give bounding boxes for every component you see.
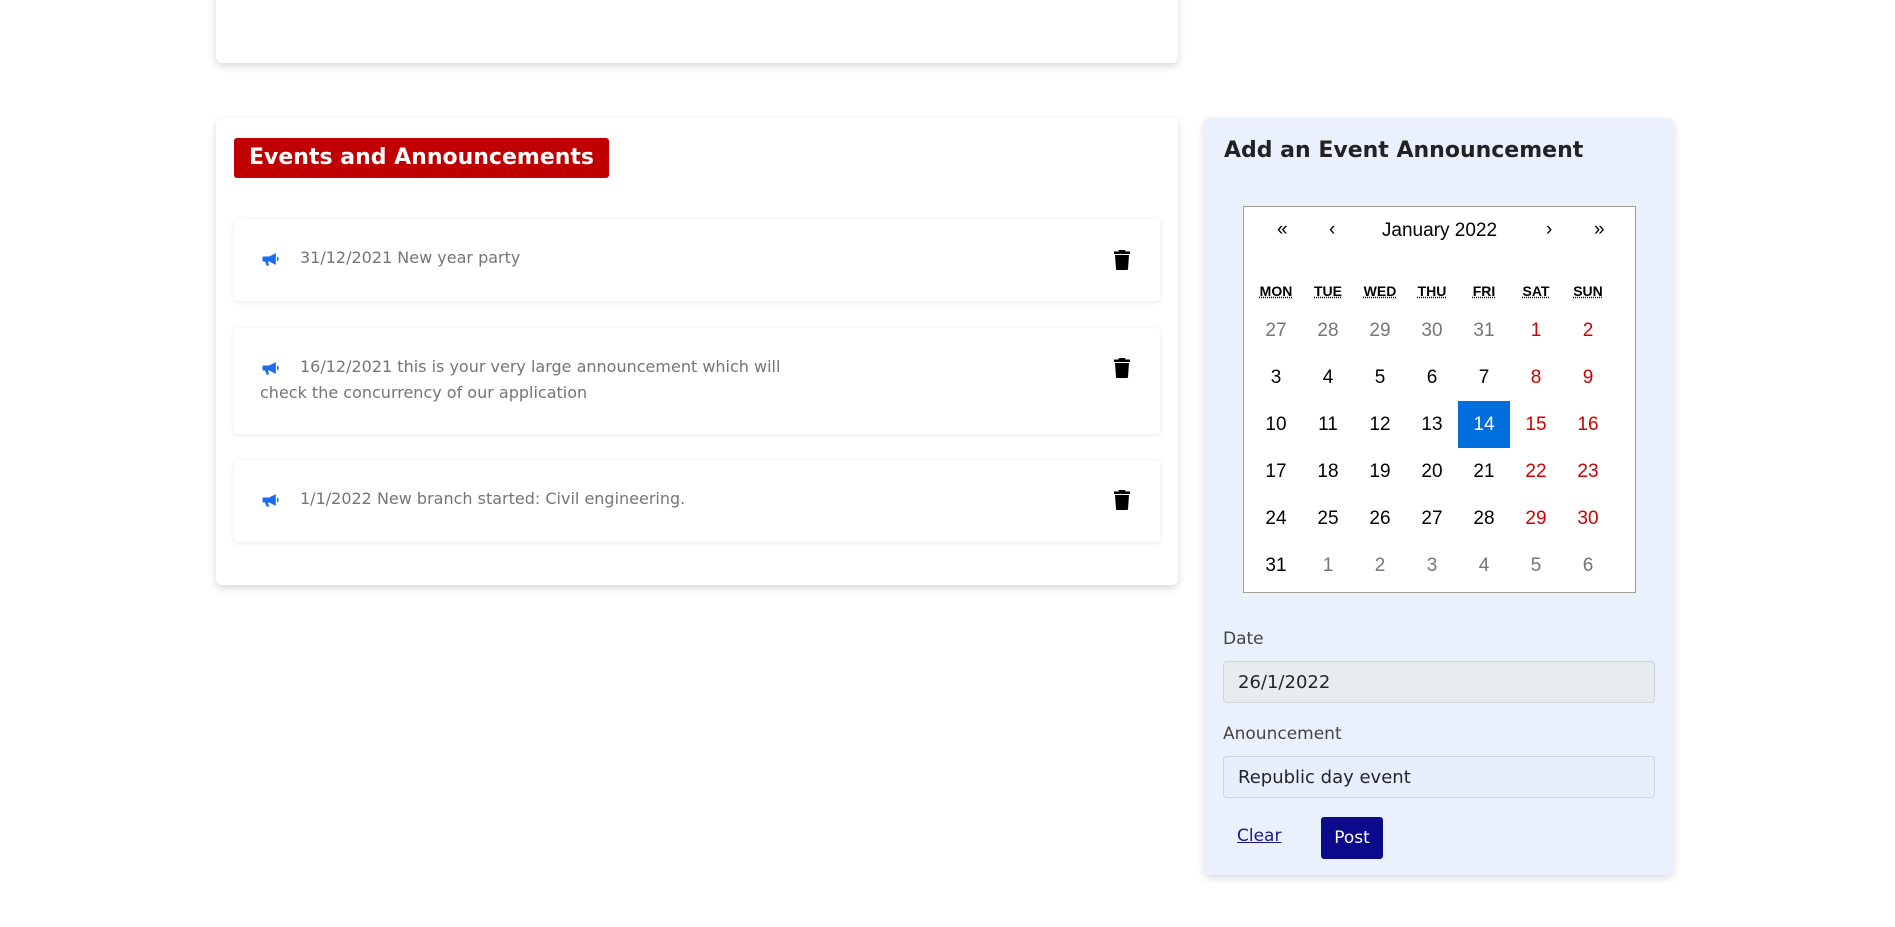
calendar-day[interactable]: 19 bbox=[1354, 448, 1406, 495]
calendar-day[interactable]: 2 bbox=[1354, 542, 1406, 589]
clear-button[interactable]: Clear bbox=[1237, 826, 1281, 846]
trash-icon[interactable] bbox=[1114, 250, 1130, 270]
calendar-day[interactable]: 30 bbox=[1562, 495, 1614, 542]
calendar-day[interactable]: 21 bbox=[1458, 448, 1510, 495]
add-event-title: Add an Event Announcement bbox=[1224, 138, 1584, 163]
calendar-day[interactable]: 23 bbox=[1562, 448, 1614, 495]
weekday-header: SUN bbox=[1573, 283, 1603, 299]
calendar-day[interactable]: 16 bbox=[1562, 401, 1614, 448]
announcement-input[interactable] bbox=[1223, 756, 1655, 798]
calendar-day[interactable]: 13 bbox=[1406, 401, 1458, 448]
calendar: « ‹ January 2022 › » MON TUE WED THU FRI SAT S… bbox=[1243, 206, 1636, 593]
trash-icon[interactable] bbox=[1114, 358, 1130, 378]
weekday-header: THU bbox=[1417, 283, 1447, 299]
calendar-day[interactable]: 22 bbox=[1510, 448, 1562, 495]
calendar-day[interactable]: 26 bbox=[1354, 495, 1406, 542]
weekday-header: MON bbox=[1259, 283, 1293, 299]
top-card bbox=[216, 0, 1178, 63]
calendar-day[interactable]: 3 bbox=[1406, 542, 1458, 589]
date-label: Date bbox=[1223, 629, 1264, 649]
announcement-text: 1/1/2022 New branch started: Civil engin… bbox=[300, 489, 686, 508]
calendar-day[interactable]: 30 bbox=[1406, 307, 1458, 354]
calendar-day[interactable]: 11 bbox=[1302, 401, 1354, 448]
calendar-day[interactable]: 27 bbox=[1406, 495, 1458, 542]
date-field[interactable] bbox=[1223, 661, 1655, 703]
calendar-day[interactable]: 25 bbox=[1302, 495, 1354, 542]
announcement-item: 1/1/2022 New branch started: Civil engin… bbox=[234, 460, 1160, 542]
announcement-item: 16/12/2021 this is your very large annou… bbox=[234, 328, 1160, 434]
calendar-day[interactable]: 6 bbox=[1562, 542, 1614, 589]
next-month-button[interactable]: › bbox=[1546, 219, 1552, 241]
calendar-day[interactable]: 31 bbox=[1250, 542, 1302, 589]
calendar-day[interactable]: 29 bbox=[1510, 495, 1562, 542]
calendar-day[interactable]: 17 bbox=[1250, 448, 1302, 495]
add-event-panel: Add an Event Announcement « ‹ January 20… bbox=[1204, 118, 1674, 875]
announcement-item: 31/12/2021 New year party bbox=[234, 219, 1160, 301]
calendar-day[interactable]: 1 bbox=[1510, 307, 1562, 354]
post-button[interactable]: Post bbox=[1321, 817, 1383, 859]
calendar-day[interactable]: 8 bbox=[1510, 354, 1562, 401]
calendar-day[interactable]: 14 bbox=[1458, 401, 1510, 448]
calendar-day[interactable]: 9 bbox=[1562, 354, 1614, 401]
calendar-day[interactable]: 5 bbox=[1354, 354, 1406, 401]
calendar-day[interactable]: 4 bbox=[1458, 542, 1510, 589]
announcement-text: 16/12/2021 this is your very large annou… bbox=[260, 357, 781, 402]
calendar-day[interactable]: 28 bbox=[1458, 495, 1510, 542]
calendar-month-label[interactable]: January 2022 bbox=[1244, 220, 1635, 242]
calendar-day[interactable]: 1 bbox=[1302, 542, 1354, 589]
calendar-day[interactable]: 3 bbox=[1250, 354, 1302, 401]
calendar-day[interactable]: 27 bbox=[1250, 307, 1302, 354]
next-year-button[interactable]: » bbox=[1594, 219, 1605, 241]
announcement-label: Anouncement bbox=[1223, 724, 1342, 744]
calendar-day[interactable]: 24 bbox=[1250, 495, 1302, 542]
calendar-day[interactable]: 29 bbox=[1354, 307, 1406, 354]
calendar-day[interactable]: 10 bbox=[1250, 401, 1302, 448]
calendar-day[interactable]: 5 bbox=[1510, 542, 1562, 589]
calendar-day[interactable]: 6 bbox=[1406, 354, 1458, 401]
calendar-day[interactable]: 20 bbox=[1406, 448, 1458, 495]
weekday-header: TUE bbox=[1314, 283, 1342, 299]
events-title: Events and Announcements bbox=[234, 138, 610, 178]
announcement-text: 31/12/2021 New year party bbox=[300, 248, 521, 267]
weekday-header: WED bbox=[1363, 283, 1397, 299]
calendar-day[interactable]: 2 bbox=[1562, 307, 1614, 354]
weekday-header: SAT bbox=[1522, 283, 1550, 299]
calendar-day[interactable]: 12 bbox=[1354, 401, 1406, 448]
calendar-day[interactable]: 7 bbox=[1458, 354, 1510, 401]
calendar-day[interactable]: 18 bbox=[1302, 448, 1354, 495]
calendar-day[interactable]: 28 bbox=[1302, 307, 1354, 354]
weekday-header: FRI bbox=[1472, 283, 1496, 299]
calendar-day[interactable]: 31 bbox=[1458, 307, 1510, 354]
calendar-day[interactable]: 15 bbox=[1510, 401, 1562, 448]
trash-icon[interactable] bbox=[1114, 490, 1130, 510]
events-card: Events and Announcements 31/12/2021 New … bbox=[216, 118, 1178, 585]
calendar-day[interactable]: 4 bbox=[1302, 354, 1354, 401]
